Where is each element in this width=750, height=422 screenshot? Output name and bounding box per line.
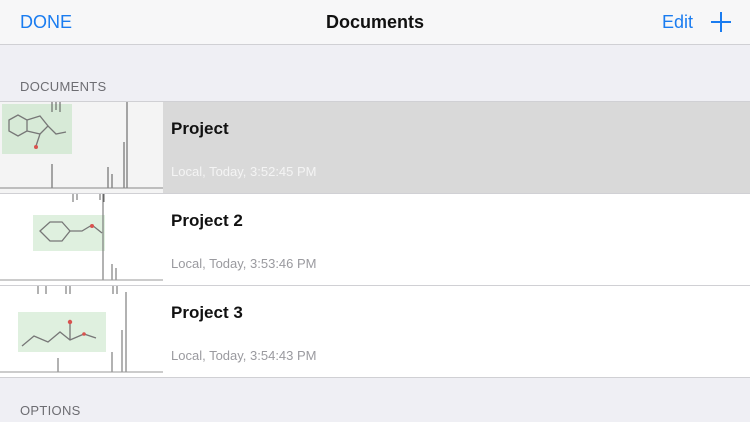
document-title: Project <box>171 119 229 138</box>
document-title: Project 3 <box>171 303 243 322</box>
edit-button[interactable]: Edit <box>662 12 693 33</box>
options-section-header: OPTIONS <box>20 403 81 418</box>
page-title: Documents <box>325 12 424 32</box>
document-thumbnail <box>0 194 163 285</box>
document-subtitle: Local, Today, 3:53:46 PM <box>171 256 317 271</box>
document-row[interactable]: Project 3 Local, Today, 3:54:43 PM <box>0 285 750 377</box>
document-title: Project 2 <box>171 211 243 230</box>
document-subtitle: Local, Today, 3:54:43 PM <box>171 348 317 363</box>
documents-section-header: DOCUMENTS <box>20 79 107 94</box>
document-thumbnail <box>0 286 163 377</box>
plus-icon[interactable] <box>711 12 731 32</box>
document-row[interactable]: Project Local, Today, 3:52:45 PM <box>0 102 750 193</box>
documents-list: Project Local, Today, 3:52:45 PM Project… <box>0 101 750 378</box>
navigation-bar: DONE Documents Edit <box>0 0 750 45</box>
document-thumbnail <box>0 102 163 193</box>
document-subtitle: Local, Today, 3:52:45 PM <box>171 164 317 179</box>
document-row[interactable]: Project 2 Local, Today, 3:53:46 PM <box>0 193 750 285</box>
